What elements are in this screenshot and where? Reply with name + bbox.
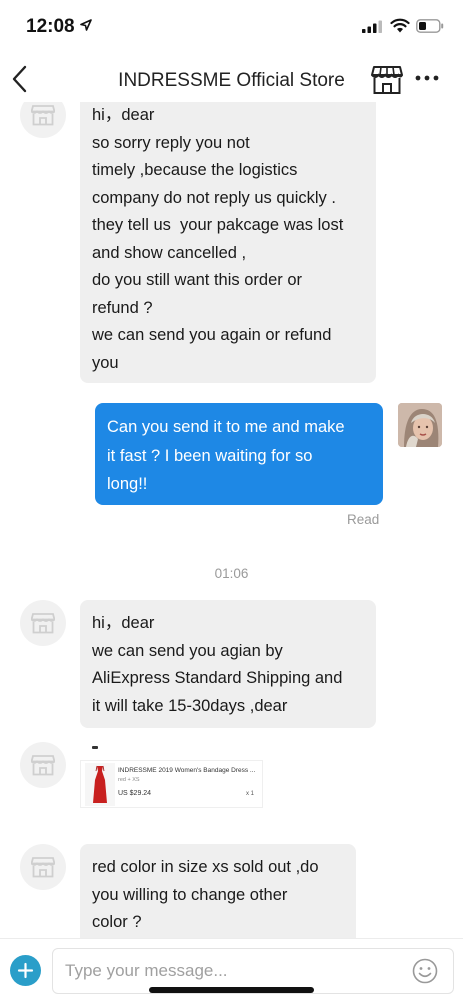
message-line: refund ? xyxy=(92,298,153,317)
message-timestamp: 01:06 xyxy=(214,566,249,581)
product-thumbnail xyxy=(85,763,115,806)
store-avatar-icon xyxy=(31,755,55,776)
battery-icon xyxy=(416,19,444,33)
home-indicator[interactable] xyxy=(149,987,314,993)
signal-icon xyxy=(362,20,382,33)
emoji-icon[interactable] xyxy=(412,958,438,984)
store-avatar[interactable] xyxy=(20,742,66,788)
message-bubble-user: Can you send it to me and make it fast ?… xyxy=(95,403,383,505)
message-line: red color in size xs sold out ,do xyxy=(92,858,319,876)
message-line: hi，dear xyxy=(92,106,155,124)
store-avatar[interactable] xyxy=(20,844,66,890)
location-arrow-icon xyxy=(80,19,92,31)
message-bubble-store: red color in size xs sold out ,do you wi… xyxy=(80,844,356,938)
store-icon[interactable] xyxy=(370,64,404,96)
message-line: we can send you agian by xyxy=(92,641,283,660)
message-line: it fast ? I been waiting for so xyxy=(107,446,313,465)
message-line: color ? xyxy=(92,913,142,931)
message-line: you willing to change other xyxy=(92,885,288,904)
message-line: long!! xyxy=(107,475,148,493)
card-marker xyxy=(92,746,98,749)
message-line: we can send you again or refund xyxy=(92,326,332,344)
message-line: hi，dear xyxy=(92,614,155,632)
message-line: do you still want this order or xyxy=(92,271,303,289)
more-icon[interactable] xyxy=(415,74,439,82)
message-line: so sorry reply you not xyxy=(92,133,250,152)
store-avatar[interactable] xyxy=(20,102,66,138)
read-receipt: Read xyxy=(347,512,380,527)
store-avatar-icon xyxy=(31,857,55,878)
status-time: 12:08 xyxy=(26,16,75,37)
store-avatar-icon xyxy=(31,105,55,126)
add-attachment-button[interactable] xyxy=(10,955,41,986)
message-line: Can you send it to me and make xyxy=(107,418,345,436)
message-line: AliExpress Standard Shipping and xyxy=(92,669,343,687)
red-dress-icon xyxy=(93,765,107,803)
store-avatar-icon xyxy=(31,613,55,634)
message-bubble-store: hi，dear we can send you agian by AliExpr… xyxy=(80,600,376,728)
message-line: and show cancelled , xyxy=(92,243,247,262)
product-card[interactable]: INDRESSME 2019 Women's Bandage Dress ...… xyxy=(80,760,263,808)
status-bar: 12:08 xyxy=(0,0,463,50)
message-list[interactable]: hi，dear so sorry reply you not timely ,b… xyxy=(0,102,463,938)
message-line: it will take 15-30days ,dear xyxy=(92,696,288,715)
message-line: company do not reply us quickly . xyxy=(92,188,336,207)
store-avatar[interactable] xyxy=(20,600,66,646)
message-bubble-store: hi，dear so sorry reply you not timely ,b… xyxy=(80,102,376,383)
product-price: US $29.24 xyxy=(118,790,152,797)
product-variant: red + XS xyxy=(118,777,140,783)
user-photo xyxy=(398,403,442,447)
message-line: timely ,because the logistics xyxy=(92,161,298,179)
wifi-icon xyxy=(390,18,410,33)
product-title: INDRESSME 2019 Women's Bandage Dress ... xyxy=(118,767,256,774)
message-line: you xyxy=(92,353,119,372)
message-line: they tell us your pakcage was lost xyxy=(92,216,344,234)
plus-icon xyxy=(17,962,34,979)
user-avatar[interactable] xyxy=(398,403,442,447)
product-quantity: x 1 xyxy=(246,791,255,797)
